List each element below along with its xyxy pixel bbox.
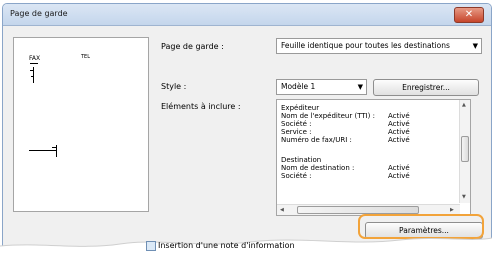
- preview-line: [29, 150, 57, 151]
- list-item[interactable]: Numéro de fax/URI : Activé: [281, 136, 410, 144]
- preview-fax-label: FAX: [29, 55, 41, 62]
- insert-note-checkbox[interactable]: [146, 241, 156, 251]
- cover-page-select-value: Feuille identique pour toutes les destin…: [281, 41, 450, 50]
- cover-page-select[interactable]: Feuille identique pour toutes les destin…: [276, 38, 482, 54]
- list-item[interactable]: Service : Activé: [281, 128, 410, 136]
- scroll-up-icon[interactable]: ▲: [462, 102, 466, 108]
- scroll-right-icon[interactable]: ▶: [450, 207, 454, 213]
- item-value: Activé: [388, 112, 410, 120]
- list-item[interactable]: Nom de l'expéditeur (TTI) : Activé: [281, 112, 410, 120]
- preview-line: [52, 147, 57, 148]
- item-name: Numéro de fax/URI :: [281, 136, 352, 144]
- preview-line: [30, 70, 34, 71]
- vertical-scrollbar[interactable]: ▲ ▼: [459, 100, 470, 203]
- scroll-down-icon[interactable]: ▼: [462, 194, 466, 200]
- list-item[interactable]: Société : Activé: [281, 120, 410, 128]
- list-item[interactable]: Nom de destination : Activé: [281, 164, 410, 172]
- group-header: Destination: [281, 156, 322, 164]
- chevron-down-icon: ▼: [357, 83, 363, 91]
- style-select[interactable]: Modèle 1 ▼: [276, 79, 367, 95]
- elements-list[interactable]: Expéditeur Nom de l'expéditeur (TTI) : Ac…: [276, 99, 471, 216]
- horizontal-scroll-thumb[interactable]: [297, 206, 419, 214]
- style-label: Style :: [161, 82, 187, 91]
- item-value: Activé: [388, 120, 410, 128]
- preview-line: [30, 63, 38, 64]
- item-name: Service :: [281, 128, 312, 136]
- style-select-value: Modèle 1: [281, 82, 316, 91]
- close-button[interactable]: ✕: [454, 7, 484, 23]
- register-button[interactable]: Enregistrer...: [373, 79, 479, 96]
- item-name: Société :: [281, 120, 312, 128]
- cover-page-preview: FAX TEL: [13, 37, 149, 212]
- title-bar: Page de garde ✕: [3, 4, 491, 26]
- preview-tel-label: TEL: [81, 54, 90, 60]
- item-name: Nom de l'expéditeur (TTI) :: [281, 112, 376, 120]
- item-value: Activé: [388, 136, 410, 144]
- item-name: Société :: [281, 172, 312, 180]
- preview-line: [31, 76, 34, 77]
- insert-note-label: Insertion d'une note d'information: [158, 241, 295, 250]
- item-value: Activé: [388, 172, 410, 180]
- item-value: Activé: [388, 164, 410, 172]
- scroll-left-icon[interactable]: ◀: [280, 207, 284, 213]
- window-title: Page de garde: [10, 9, 68, 18]
- item-name: Nom de destination :: [281, 164, 355, 172]
- vertical-scroll-thumb[interactable]: [461, 136, 469, 162]
- group-header: Expéditeur: [281, 104, 320, 112]
- elements-label: Eléments à inclure :: [161, 102, 241, 111]
- list-item[interactable]: Société : Activé: [281, 172, 410, 180]
- item-value: Activé: [388, 128, 410, 136]
- chevron-down-icon: ▼: [472, 42, 478, 50]
- cover-page-label: Page de garde :: [161, 42, 224, 51]
